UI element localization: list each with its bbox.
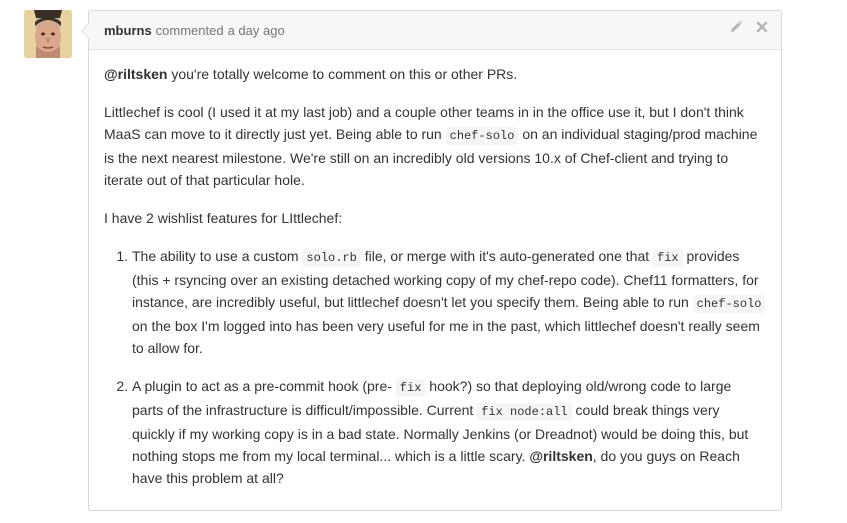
avatar[interactable] <box>24 10 72 58</box>
comment-box: mburns commented a day ago @riltsken you… <box>81 10 782 511</box>
paragraph-text: The ability to use a custom <box>132 248 303 264</box>
inline-code: solo.rb <box>302 249 361 267</box>
pencil-icon[interactable] <box>729 20 743 34</box>
paragraph-text: on the box I'm logged into has been very… <box>132 318 760 356</box>
inline-code: fix node:all <box>477 403 572 421</box>
list-item: A plugin to act as a pre-commit hook (pr… <box>132 375 766 489</box>
inline-code: chef-solo <box>445 127 519 145</box>
comment-body: @riltsken you're totally welcome to comm… <box>89 50 781 489</box>
paragraph-text: file, or merge with it's auto-generated … <box>360 248 654 264</box>
user-mention[interactable]: @riltsken <box>104 66 167 82</box>
inline-code: fix <box>395 379 426 397</box>
comment-header: mburns commented a day ago <box>89 11 781 50</box>
inline-code: chef-solo <box>692 295 766 313</box>
user-mention[interactable]: @riltsken <box>529 448 592 464</box>
list-item: The ability to use a custom solo.rb file… <box>132 245 766 359</box>
comment-actions <box>729 20 769 34</box>
paragraph-text: you're totally welcome to comment on thi… <box>167 66 518 82</box>
comment-action: commented <box>155 22 224 38</box>
comment-timestamp[interactable]: a day ago <box>228 23 285 38</box>
wishlist: The ability to use a custom solo.rb file… <box>104 245 766 489</box>
inline-code: fix <box>653 249 683 267</box>
comment-paragraph: I have 2 wishlist features for LIttleche… <box>104 210 343 226</box>
close-icon[interactable] <box>755 20 769 34</box>
comment-author[interactable]: mburns <box>104 23 152 38</box>
paragraph-text: A plugin to act as a pre-commit hook (pr… <box>132 378 396 394</box>
comment-paragraph: Littlechef is cool (I used it at my last… <box>104 101 766 191</box>
comment-paragraph: @riltsken you're totally welcome to comm… <box>104 63 766 85</box>
